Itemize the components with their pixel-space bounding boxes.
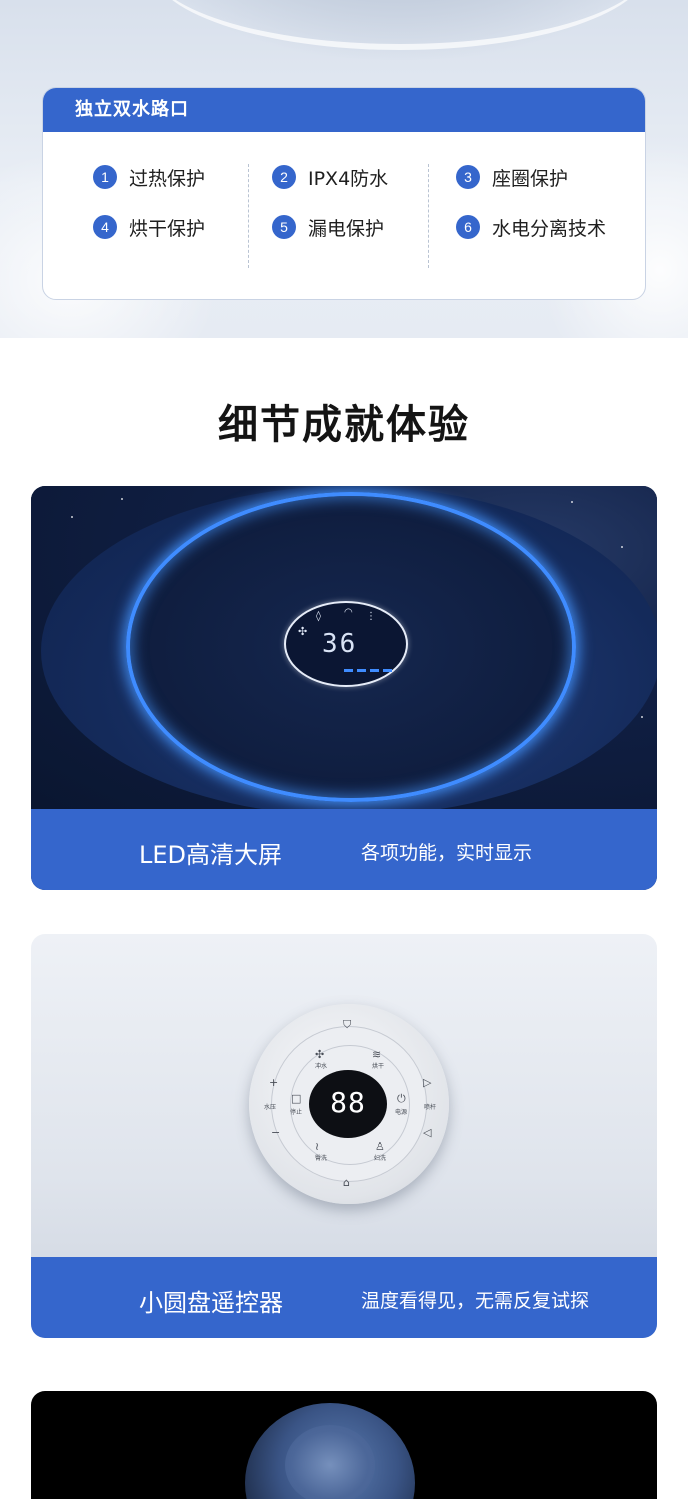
feature-item: 2 IPX4防水	[272, 164, 388, 190]
remote-label-pressure: 水压	[264, 1104, 277, 1111]
feature-item: 3 座圈保护	[456, 164, 568, 190]
remote-label-stop: 停止	[290, 1109, 303, 1116]
remote-screen: 88	[309, 1070, 387, 1138]
remote-label-dry: 烘干	[372, 1063, 385, 1070]
fan-icon: ✣	[298, 625, 308, 638]
remote-panel-banner: 小圆盘遥控器 温度看得见，无需反复试探	[31, 1257, 657, 1338]
feature-item: 1 过热保护	[93, 164, 205, 190]
remote-label-rear-wash: 臀洗	[315, 1155, 328, 1162]
led-screen-digits: 36	[322, 629, 358, 659]
led-screen: ✣ ◊ ◠ ⋮ 36	[284, 601, 408, 687]
led-panel-description: 各项功能，实时显示	[361, 842, 533, 864]
section-title: 细节成就体验	[218, 402, 470, 448]
feature-item: 5 漏电保护	[272, 214, 384, 240]
feature-label: 座圈保护	[492, 167, 569, 190]
water-drop-icon: ◊	[316, 611, 321, 622]
level-indicator-bars	[344, 669, 392, 672]
feature-number-badge: 4	[93, 215, 117, 239]
remote-screen-digits: 88	[330, 1086, 366, 1119]
column-divider	[248, 164, 249, 268]
feature-number-badge: 3	[456, 165, 480, 189]
led-panel-title: LED高清大屏	[139, 841, 283, 869]
triangle-right-icon: ▷	[423, 1076, 432, 1089]
toilet-bowl-interior	[285, 1425, 375, 1499]
feature-label: 水电分离技术	[492, 217, 607, 240]
dry-icon: ≋	[372, 1048, 382, 1061]
rear-wash-icon: ≀	[315, 1140, 320, 1153]
round-remote-control: 88 ✣ 冲水 ≋ 烘干 □ 停止 ⏻ 电源 ≀ 臀洗 ♙ 妇洗 + 水压 − …	[249, 1004, 449, 1204]
star	[641, 716, 643, 718]
front-wash-icon: ♙	[375, 1140, 385, 1153]
feature-label: 过热保护	[129, 167, 206, 190]
minus-icon: −	[271, 1126, 281, 1139]
remote-label-front-wash: 妇洗	[374, 1155, 387, 1162]
power-icon: ⏻	[397, 1092, 406, 1105]
seat-icon: ◠	[344, 607, 353, 618]
nozzle-icon: ⌂	[343, 1176, 350, 1189]
feature-number-badge: 2	[272, 165, 296, 189]
stop-icon: □	[291, 1092, 302, 1105]
feature-item: 6 水电分离技术	[456, 214, 606, 240]
star	[571, 501, 573, 503]
column-divider	[428, 164, 429, 268]
remote-label-power: 电源	[395, 1109, 408, 1116]
feature-label: IPX4防水	[308, 167, 389, 190]
feature-label: 漏电保护	[308, 217, 385, 240]
remote-panel-title: 小圆盘遥控器	[139, 1289, 283, 1317]
remote-label-nozzle: 喷杆	[424, 1104, 437, 1111]
feature-number-badge: 6	[456, 215, 480, 239]
product-detail-panel	[31, 1391, 657, 1499]
plus-icon: +	[269, 1076, 279, 1089]
feature-number-badge: 5	[272, 215, 296, 239]
feature-card: 独立双水路口 1 过热保护 2 IPX4防水 3 座圈保护 4 烘干保护 5 漏…	[42, 87, 646, 300]
fan-icon: ✣	[315, 1048, 325, 1061]
feature-item: 4 烘干保护	[93, 214, 205, 240]
star	[71, 516, 73, 518]
remote-control-panel: 88 ✣ 冲水 ≋ 烘干 □ 停止 ⏻ 电源 ≀ 臀洗 ♙ 妇洗 + 水压 − …	[31, 934, 657, 1338]
feature-label: 烘干保护	[129, 217, 206, 240]
product-edge-highlight	[150, 0, 650, 50]
triangle-left-icon: ◁	[423, 1126, 432, 1139]
spray-icon: ⋮	[366, 611, 376, 622]
star	[121, 498, 123, 500]
led-panel-banner: LED高清大屏 各项功能，实时显示	[31, 809, 657, 890]
remote-panel-description: 温度看得见，无需反复试探	[361, 1290, 590, 1312]
feature-number-badge: 1	[93, 165, 117, 189]
feature-card-heading: 独立双水路口	[43, 88, 645, 132]
led-display-panel: ✣ ◊ ◠ ⋮ 36 LED高清大屏 各项功能，实时显示	[31, 486, 657, 890]
feature-grid: 1 过热保护 2 IPX4防水 3 座圈保护 4 烘干保护 5 漏电保护 6 水…	[43, 164, 645, 274]
shield-icon: ⛉	[343, 1018, 352, 1031]
star	[621, 546, 623, 548]
remote-label-flush: 冲水	[315, 1063, 328, 1070]
